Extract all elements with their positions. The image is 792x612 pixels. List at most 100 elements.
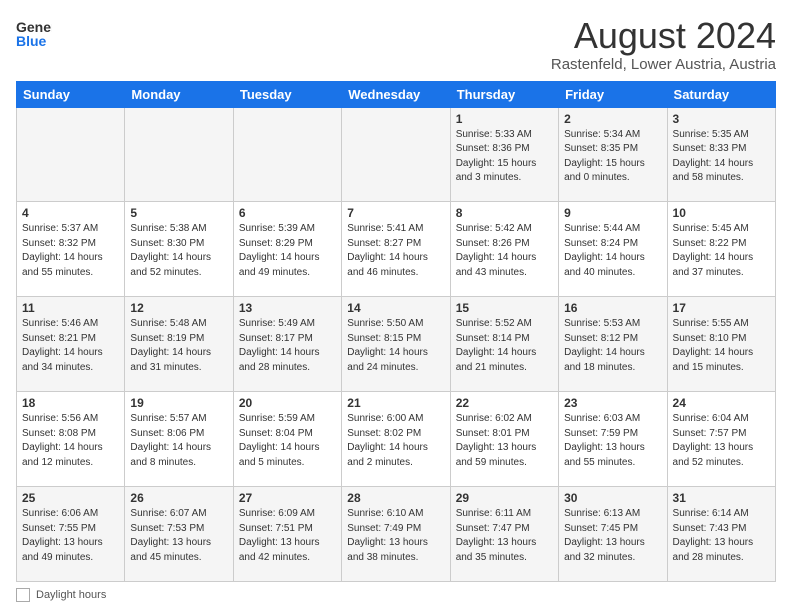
- svg-text:Blue: Blue: [16, 33, 47, 49]
- day-number: 29: [456, 491, 553, 505]
- day-info: Sunrise: 5:35 AM Sunset: 8:33 PM Dayligh…: [673, 128, 770, 186]
- calendar-header-thursday: Thursday: [450, 81, 558, 107]
- day-number: 20: [239, 396, 336, 410]
- day-info: Sunrise: 5:37 AM Sunset: 8:32 PM Dayligh…: [22, 222, 119, 280]
- logo: General Blue: [16, 16, 52, 57]
- calendar-body: 1 Sunrise: 5:33 AM Sunset: 8:36 PM Daylig…: [17, 107, 776, 581]
- day-info: Sunrise: 5:45 AM Sunset: 8:22 PM Dayligh…: [673, 222, 770, 280]
- calendar-cell: 11 Sunrise: 5:46 AM Sunset: 8:21 PM Dayli…: [17, 297, 125, 392]
- calendar-cell: 31Sunrise: 6:14 AM Sunset: 7:43 PM Dayli…: [667, 487, 775, 582]
- day-info: Sunrise: 5:33 AM Sunset: 8:36 PM Dayligh…: [456, 128, 553, 186]
- calendar-header-tuesday: Tuesday: [233, 81, 341, 107]
- calendar-cell: 20 Sunrise: 5:59 AM Sunset: 8:04 PM Dayli…: [233, 392, 341, 487]
- calendar-cell: 29 Sunrise: 6:11 AM Sunset: 7:47 PM Dayli…: [450, 487, 558, 582]
- day-info: Sunrise: 5:34 AM Sunset: 8:35 PM Dayligh…: [564, 128, 661, 186]
- day-number: 1: [456, 112, 553, 126]
- calendar-table: SundayMondayTuesdayWednesdayThursdayFrid…: [16, 81, 776, 582]
- day-number: 7: [347, 206, 444, 220]
- day-number: 6: [239, 206, 336, 220]
- day-number: 8: [456, 206, 553, 220]
- calendar-cell: 27Sunrise: 6:09 AM Sunset: 7:51 PM Dayli…: [233, 487, 341, 582]
- calendar-cell: 8Sunrise: 5:42 AM Sunset: 8:26 PM Daylig…: [450, 202, 558, 297]
- calendar-header-row: SundayMondayTuesdayWednesdayThursdayFrid…: [17, 81, 776, 107]
- footer-label: Daylight hours: [36, 589, 106, 601]
- page: General Blue August 2024 Rastenfeld, Low…: [0, 0, 792, 612]
- calendar-cell: 16 Sunrise: 5:53 AM Sunset: 8:12 PM Dayli…: [559, 297, 667, 392]
- main-title: August 2024: [551, 16, 776, 56]
- calendar-cell: 9 Sunrise: 5:44 AM Sunset: 8:24 PM Daylig…: [559, 202, 667, 297]
- day-number: 17: [673, 301, 770, 315]
- day-number: 27: [239, 491, 336, 505]
- day-number: 15: [456, 301, 553, 315]
- day-info: Sunrise: 6:03 AM Sunset: 7:59 PM Dayligh…: [564, 412, 661, 470]
- calendar-cell: 19Sunrise: 5:57 AM Sunset: 8:06 PM Dayli…: [125, 392, 233, 487]
- day-number: 9: [564, 206, 661, 220]
- calendar-cell: [233, 107, 341, 202]
- calendar-cell: 14 Sunrise: 5:50 AM Sunset: 8:15 PM Dayli…: [342, 297, 450, 392]
- day-info: Sunrise: 5:52 AM Sunset: 8:14 PM Dayligh…: [456, 317, 553, 375]
- calendar-week-3: 11 Sunrise: 5:46 AM Sunset: 8:21 PM Dayli…: [17, 297, 776, 392]
- day-info: Sunrise: 5:41 AM Sunset: 8:27 PM Dayligh…: [347, 222, 444, 280]
- calendar-cell: 13Sunrise: 5:49 AM Sunset: 8:17 PM Dayli…: [233, 297, 341, 392]
- day-info: Sunrise: 5:39 AM Sunset: 8:29 PM Dayligh…: [239, 222, 336, 280]
- day-info: Sunrise: 5:44 AM Sunset: 8:24 PM Dayligh…: [564, 222, 661, 280]
- calendar-week-2: 4 Sunrise: 5:37 AM Sunset: 8:32 PM Daylig…: [17, 202, 776, 297]
- day-info: Sunrise: 5:59 AM Sunset: 8:04 PM Dayligh…: [239, 412, 336, 470]
- footer: Daylight hours: [16, 588, 776, 602]
- calendar-cell: 6 Sunrise: 5:39 AM Sunset: 8:29 PM Daylig…: [233, 202, 341, 297]
- day-number: 12: [130, 301, 227, 315]
- day-number: 23: [564, 396, 661, 410]
- day-number: 14: [347, 301, 444, 315]
- calendar-cell: 24 Sunrise: 6:04 AM Sunset: 7:57 PM Dayli…: [667, 392, 775, 487]
- calendar-header-sunday: Sunday: [17, 81, 125, 107]
- calendar-week-5: 25Sunrise: 6:06 AM Sunset: 7:55 PM Dayli…: [17, 487, 776, 582]
- day-number: 16: [564, 301, 661, 315]
- calendar-cell: 7 Sunrise: 5:41 AM Sunset: 8:27 PM Daylig…: [342, 202, 450, 297]
- calendar-header-wednesday: Wednesday: [342, 81, 450, 107]
- day-info: Sunrise: 5:50 AM Sunset: 8:15 PM Dayligh…: [347, 317, 444, 375]
- calendar-cell: [125, 107, 233, 202]
- calendar-cell: [342, 107, 450, 202]
- day-number: 3: [673, 112, 770, 126]
- calendar-cell: 21Sunrise: 6:00 AM Sunset: 8:02 PM Dayli…: [342, 392, 450, 487]
- calendar-cell: 23 Sunrise: 6:03 AM Sunset: 7:59 PM Dayli…: [559, 392, 667, 487]
- calendar-cell: 26Sunrise: 6:07 AM Sunset: 7:53 PM Dayli…: [125, 487, 233, 582]
- day-number: 18: [22, 396, 119, 410]
- day-info: Sunrise: 5:48 AM Sunset: 8:19 PM Dayligh…: [130, 317, 227, 375]
- day-number: 5: [130, 206, 227, 220]
- calendar-cell: 4 Sunrise: 5:37 AM Sunset: 8:32 PM Daylig…: [17, 202, 125, 297]
- calendar-header-saturday: Saturday: [667, 81, 775, 107]
- calendar-cell: 2 Sunrise: 5:34 AM Sunset: 8:35 PM Daylig…: [559, 107, 667, 202]
- day-info: Sunrise: 5:46 AM Sunset: 8:21 PM Dayligh…: [22, 317, 119, 375]
- day-number: 11: [22, 301, 119, 315]
- day-info: Sunrise: 5:38 AM Sunset: 8:30 PM Dayligh…: [130, 222, 227, 280]
- day-number: 10: [673, 206, 770, 220]
- calendar-cell: 18 Sunrise: 5:56 AM Sunset: 8:08 PM Dayli…: [17, 392, 125, 487]
- day-info: Sunrise: 6:11 AM Sunset: 7:47 PM Dayligh…: [456, 507, 553, 565]
- calendar-cell: 22 Sunrise: 6:02 AM Sunset: 8:01 PM Dayli…: [450, 392, 558, 487]
- calendar-cell: 15 Sunrise: 5:52 AM Sunset: 8:14 PM Dayli…: [450, 297, 558, 392]
- calendar-cell: 30Sunrise: 6:13 AM Sunset: 7:45 PM Dayli…: [559, 487, 667, 582]
- day-info: Sunrise: 5:53 AM Sunset: 8:12 PM Dayligh…: [564, 317, 661, 375]
- day-number: 26: [130, 491, 227, 505]
- calendar-header-monday: Monday: [125, 81, 233, 107]
- subtitle: Rastenfeld, Lower Austria, Austria: [551, 56, 776, 73]
- day-info: Sunrise: 5:55 AM Sunset: 8:10 PM Dayligh…: [673, 317, 770, 375]
- day-info: Sunrise: 5:56 AM Sunset: 8:08 PM Dayligh…: [22, 412, 119, 470]
- day-info: Sunrise: 6:04 AM Sunset: 7:57 PM Dayligh…: [673, 412, 770, 470]
- calendar-header-friday: Friday: [559, 81, 667, 107]
- calendar-cell: 28 Sunrise: 6:10 AM Sunset: 7:49 PM Dayli…: [342, 487, 450, 582]
- day-number: 24: [673, 396, 770, 410]
- day-number: 28: [347, 491, 444, 505]
- day-info: Sunrise: 6:02 AM Sunset: 8:01 PM Dayligh…: [456, 412, 553, 470]
- calendar-cell: 1 Sunrise: 5:33 AM Sunset: 8:36 PM Daylig…: [450, 107, 558, 202]
- day-info: Sunrise: 6:10 AM Sunset: 7:49 PM Dayligh…: [347, 507, 444, 565]
- day-number: 4: [22, 206, 119, 220]
- calendar-cell: 12 Sunrise: 5:48 AM Sunset: 8:19 PM Dayli…: [125, 297, 233, 392]
- calendar-cell: 17 Sunrise: 5:55 AM Sunset: 8:10 PM Dayli…: [667, 297, 775, 392]
- day-number: 13: [239, 301, 336, 315]
- daylight-box: [16, 588, 30, 602]
- day-number: 22: [456, 396, 553, 410]
- day-number: 2: [564, 112, 661, 126]
- day-info: Sunrise: 6:00 AM Sunset: 8:02 PM Dayligh…: [347, 412, 444, 470]
